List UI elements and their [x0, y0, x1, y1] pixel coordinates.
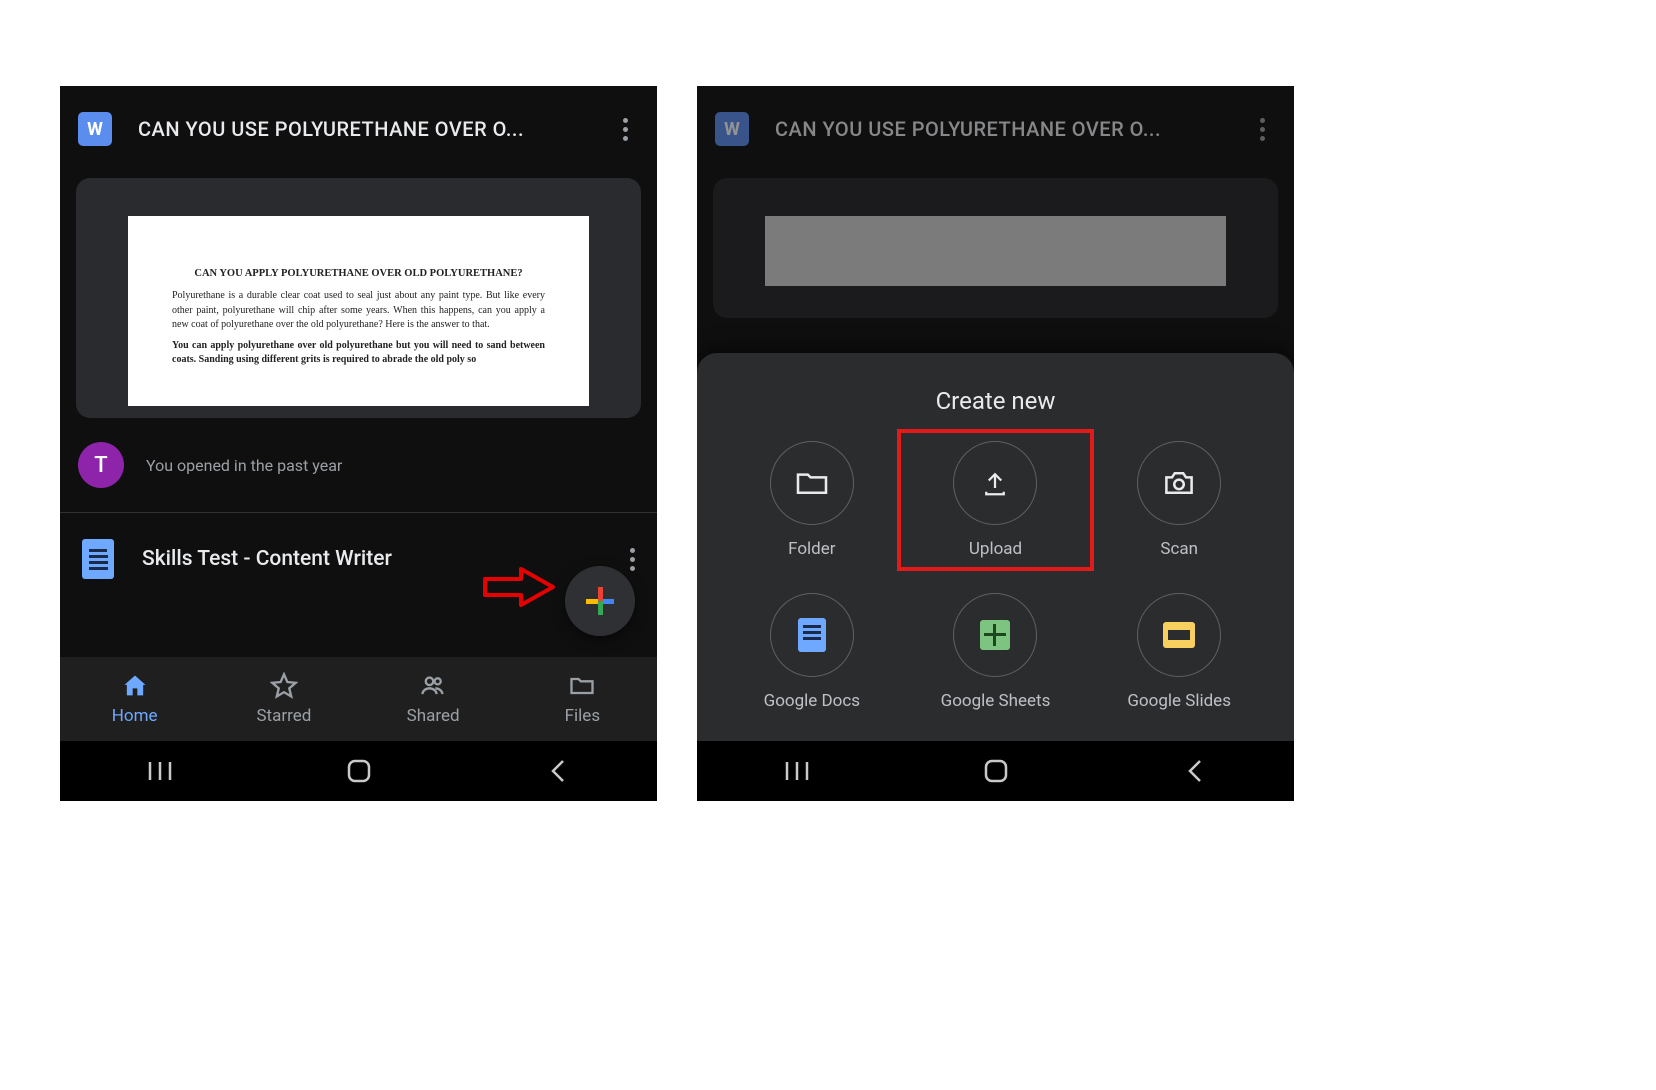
system-home-button[interactable] — [978, 753, 1014, 789]
create-upload-label: Upload — [969, 539, 1022, 559]
create-fab-button[interactable] — [565, 566, 635, 636]
folder-icon — [770, 441, 854, 525]
system-recents-button[interactable] — [779, 753, 815, 789]
screenshot-drive-home: W CAN YOU USE POLYURETHANE OVER O... CAN… — [60, 86, 657, 801]
nav-files[interactable]: Files — [508, 657, 657, 741]
create-sheets-label: Google Sheets — [941, 691, 1051, 711]
word-file-icon: W — [78, 112, 112, 146]
file-header: W CAN YOU USE POLYURETHANE OVER O... — [60, 86, 657, 160]
system-back-button[interactable] — [540, 753, 576, 789]
sheet-title: Create new — [725, 387, 1266, 415]
create-docs-label: Google Docs — [764, 691, 860, 711]
star-icon — [270, 672, 298, 700]
nav-shared[interactable]: Shared — [359, 657, 508, 741]
nav-starred[interactable]: Starred — [209, 657, 358, 741]
activity-text: You opened in the past year — [146, 456, 342, 475]
thumb-paragraph-2: You can apply polyurethane over old poly… — [172, 339, 545, 368]
google-sheets-icon — [953, 593, 1037, 677]
home-icon — [121, 672, 149, 700]
file-meta-row: T You opened in the past year — [60, 418, 657, 512]
google-docs-icon — [82, 539, 114, 579]
document-preview-card[interactable]: CAN YOU APPLY POLYURETHANE OVER OLD POLY… — [76, 178, 641, 418]
upload-icon — [953, 441, 1037, 525]
create-options-grid: Folder Upload Scan Google Docs G — [725, 441, 1266, 711]
file-row-more-button[interactable] — [630, 548, 635, 571]
system-nav-bar — [60, 741, 657, 801]
thumb-heading: CAN YOU APPLY POLYURETHANE OVER OLD POLY… — [172, 266, 545, 281]
create-slides-option[interactable]: Google Slides — [1092, 593, 1266, 711]
create-sheets-option[interactable]: Google Sheets — [909, 593, 1083, 711]
annotation-arrow-icon — [483, 565, 557, 609]
file-title: CAN YOU USE POLYURETHANE OVER O... — [775, 117, 1248, 141]
nav-home-label: Home — [112, 706, 158, 726]
create-scan-option[interactable]: Scan — [1092, 441, 1266, 559]
system-home-button[interactable] — [341, 753, 377, 789]
create-folder-option[interactable]: Folder — [725, 441, 899, 559]
create-scan-label: Scan — [1160, 539, 1198, 559]
file-header-dimmed: W CAN YOU USE POLYURETHANE OVER O... — [697, 86, 1294, 160]
screenshot-create-new-sheet: W CAN YOU USE POLYURETHANE OVER O... Cre… — [697, 86, 1294, 801]
people-icon — [419, 672, 447, 700]
nav-files-label: Files — [565, 706, 600, 726]
camera-icon — [1137, 441, 1221, 525]
more-vertical-icon — [623, 118, 628, 141]
more-vertical-icon — [1260, 118, 1265, 141]
document-thumbnail: CAN YOU APPLY POLYURETHANE OVER OLD POLY… — [128, 216, 589, 406]
user-avatar: T — [78, 442, 124, 488]
more-options-button — [1248, 115, 1276, 143]
system-nav-bar — [697, 741, 1294, 801]
nav-starred-label: Starred — [256, 706, 311, 726]
create-slides-label: Google Slides — [1127, 691, 1231, 711]
create-folder-label: Folder — [788, 539, 835, 559]
thumb-paragraph-1: Polyurethane is a durable clear coat use… — [172, 289, 545, 333]
create-upload-option[interactable]: Upload — [909, 441, 1083, 559]
google-docs-icon — [770, 593, 854, 677]
google-plus-icon — [586, 587, 614, 615]
create-new-bottom-sheet: Create new Folder Upload Scan — [697, 353, 1294, 741]
document-preview-card-dimmed — [713, 178, 1278, 318]
create-docs-option[interactable]: Google Docs — [725, 593, 899, 711]
bottom-nav: Home Starred Shared Files — [60, 657, 657, 741]
google-slides-icon — [1137, 593, 1221, 677]
word-file-icon: W — [715, 112, 749, 146]
nav-home[interactable]: Home — [60, 657, 209, 741]
system-back-button[interactable] — [1177, 753, 1213, 789]
file-title: CAN YOU USE POLYURETHANE OVER O... — [138, 117, 611, 141]
system-recents-button[interactable] — [142, 753, 178, 789]
nav-shared-label: Shared — [407, 706, 460, 726]
folder-icon — [568, 672, 596, 700]
more-options-button[interactable] — [611, 115, 639, 143]
